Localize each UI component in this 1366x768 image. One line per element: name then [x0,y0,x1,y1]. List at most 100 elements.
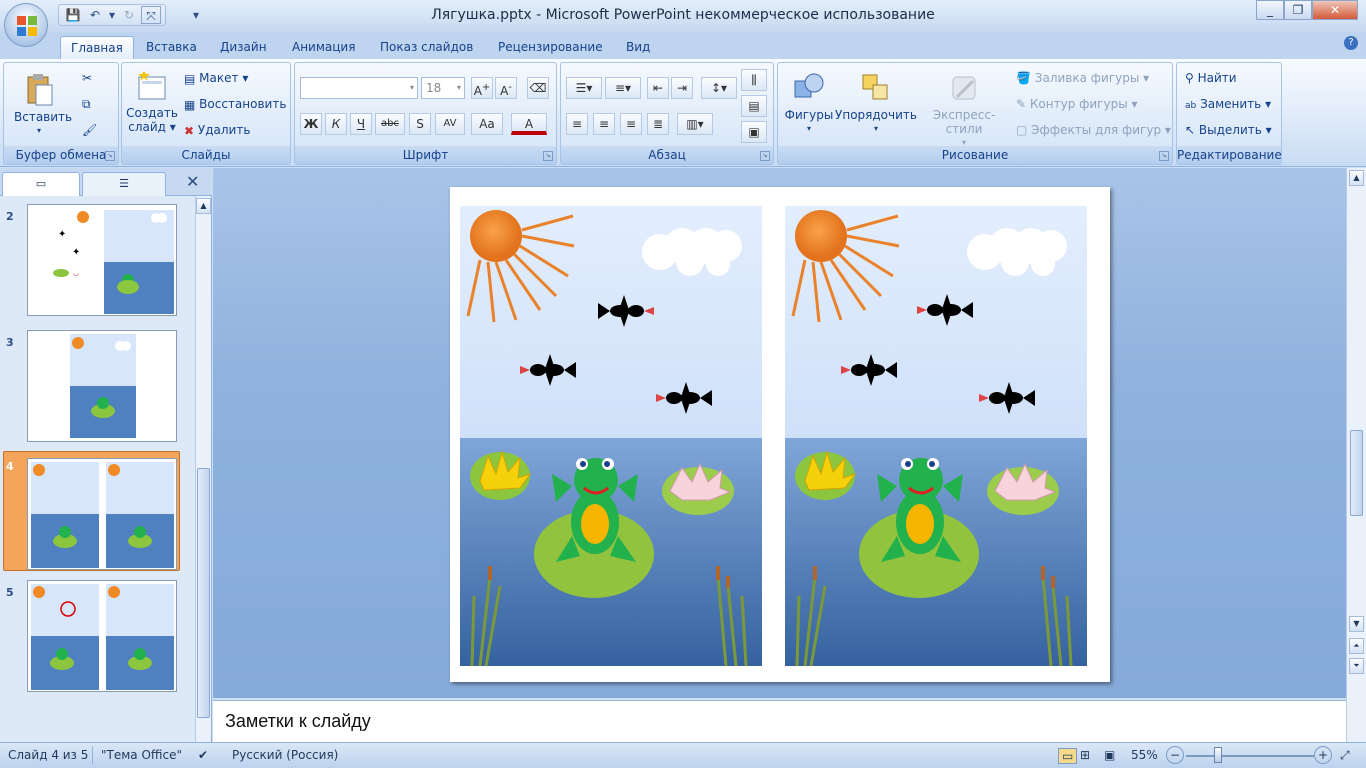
arrange-button[interactable]: Упорядочить ▾ [834,71,918,136]
notes-placeholder: Заметки к слайду [225,711,371,731]
slide-thumbnail-5[interactable] [27,580,177,692]
close-pane-icon[interactable]: ✕ [186,172,199,191]
format-painter-icon[interactable]: 🖌 [82,123,97,137]
outline-tab-icon: ☰ [119,177,129,190]
paragraph-launcher-icon[interactable]: ↘ [760,151,770,161]
shapes-button[interactable]: Фигуры ▾ [782,71,836,136]
delete-slide-button[interactable]: ✖ Удалить [184,123,250,138]
drawing-launcher-icon[interactable]: ↘ [1159,151,1169,161]
slide-thumbnail-2[interactable]: ✦ ✦ ◡ [27,204,177,316]
numbering-button[interactable]: ≡▾ [605,77,641,99]
slides-tab[interactable]: ▭ [2,172,80,196]
zoom-out-icon[interactable]: − [1166,746,1184,764]
group-editing: ⚲ Найти ab Заменить ▾ ↖ Выделить ▾ Редак… [1176,62,1282,165]
group-slides: Создать слайд ▾ ▤ Макет ▾ ▦ Восстановить… [121,62,291,165]
find-button[interactable]: ⚲ Найти [1185,71,1237,85]
select-button[interactable]: ↖ Выделить ▾ [1185,123,1272,137]
office-button[interactable] [4,3,48,47]
thumbnails-scrollbar[interactable]: ▲ [195,196,211,742]
outline-tab[interactable]: ☰ [82,172,166,196]
close-button[interactable]: ✕ [1312,0,1358,20]
tab-slideshow[interactable]: Показ слайдов [370,36,483,60]
scroll-up-icon[interactable]: ▲ [196,198,211,214]
align-right-button[interactable]: ≡ [620,113,642,135]
minimize-button[interactable]: _ [1256,0,1284,20]
shape-fill-label: Заливка фигуры [1034,71,1140,85]
tab-review[interactable]: Рецензирование [488,36,613,60]
thumb3-art [70,334,136,438]
zoom-slider-thumb[interactable] [1214,747,1222,763]
font-launcher-icon[interactable]: ↘ [543,151,553,161]
tab-design[interactable]: Дизайн [210,36,277,60]
fit-to-window-icon[interactable]: ⤢ [1340,748,1350,763]
underline-button[interactable]: Ч [350,113,372,135]
bullets-button[interactable]: ☰▾ [566,77,602,99]
shape-fill-button[interactable]: 🪣 Заливка фигуры ▾ [1016,71,1149,85]
thumb-number: 4 [6,460,14,473]
text-direction-button[interactable]: ⫼ [741,69,767,91]
scroll-thumb[interactable] [197,468,210,718]
align-left-button[interactable]: ≡ [566,113,588,135]
char-spacing-button[interactable]: AV [435,113,465,135]
shadow-button[interactable]: S [409,113,431,135]
font-color-button[interactable]: A [511,113,547,135]
help-icon[interactable]: ? [1344,36,1358,50]
tab-insert[interactable]: Вставка [136,36,207,60]
restore-button[interactable]: ❐ [1284,0,1312,20]
slide-sorter-icon[interactable]: ⊞ [1080,748,1090,762]
slide-scrollbar[interactable]: ▲ ▼ ⏶ ⏷ [1346,168,1366,742]
change-case-button[interactable]: Aa [471,113,503,135]
scroll-down-icon[interactable]: ▼ [1349,616,1364,632]
decrease-indent-button[interactable]: ⇤ [647,77,669,99]
new-slide-button[interactable]: Создать слайд ▾ [126,71,178,134]
paste-icon [27,74,53,106]
shrink-font-button[interactable]: A- [495,77,517,99]
zoom-slider-track[interactable] [1186,755,1314,757]
previous-slide-icon[interactable]: ⏶ [1349,638,1364,654]
slide-thumbnail-4[interactable] [27,458,177,570]
tab-home[interactable]: Главная [60,36,134,60]
zoom-in-icon[interactable]: + [1314,746,1332,764]
reset-button[interactable]: ▦ Восстановить [184,97,286,112]
grow-font-button[interactable]: A+ [471,77,493,99]
bold-button[interactable]: Ж [300,113,322,135]
paste-button[interactable]: Вставить ▾ [14,71,72,138]
quick-styles-button[interactable]: Экспресс-стили ▾ [916,71,1012,150]
replace-button[interactable]: ab Заменить ▾ [1185,97,1271,111]
align-text-button[interactable]: ▤ [741,95,767,117]
align-center-button[interactable]: ≡ [593,113,615,135]
delete-icon: ✖ [184,123,195,138]
smartart-button[interactable]: ▣ [741,121,767,143]
strikethrough-button[interactable]: abc [375,113,405,135]
current-slide[interactable] [450,187,1110,682]
italic-button[interactable]: К [325,113,347,135]
tab-animation[interactable]: Анимация [282,36,365,60]
font-size-combo[interactable]: 18 ▾ [421,77,465,99]
clipboard-launcher-icon[interactable]: ↘ [105,151,115,161]
shapes-icon [794,73,824,98]
next-slide-icon[interactable]: ⏷ [1349,658,1364,674]
notes-pane[interactable]: Заметки к слайду [213,700,1346,742]
justify-button[interactable]: ≣ [647,113,669,135]
zoom-percent[interactable]: 55% [1131,748,1158,762]
layout-button[interactable]: ▤ Макет ▾ [184,71,248,86]
normal-view-icon[interactable]: ▭ [1058,748,1078,764]
cut-icon[interactable]: ✂ [82,71,92,85]
clear-format-icon[interactable]: ⌫ [527,77,549,99]
line-spacing-button[interactable]: ↕▾ [701,77,737,99]
copy-icon[interactable]: ⧉ [82,97,91,112]
slideshow-view-icon[interactable]: ▣ [1104,748,1115,762]
shape-effects-button[interactable]: ▢ Эффекты для фигур ▾ [1016,123,1171,137]
spellcheck-icon[interactable]: ✔ [198,748,208,762]
scroll-up-icon[interactable]: ▲ [1349,170,1364,186]
shape-effects-label: Эффекты для фигур [1031,123,1162,137]
slide-scroll-thumb[interactable] [1350,430,1363,516]
font-name-combo[interactable]: ▾ [300,77,418,99]
increase-indent-button[interactable]: ⇥ [671,77,693,99]
slide-thumbnail-3[interactable] [27,330,177,442]
shape-outline-button[interactable]: ✎ Контур фигуры ▾ [1016,97,1138,111]
language-indicator[interactable]: Русский (Россия) [232,748,338,762]
theme-name[interactable]: "Тема Office" [101,748,182,762]
tab-view[interactable]: Вид [616,36,660,60]
columns-button[interactable]: ▥▾ [677,113,713,135]
